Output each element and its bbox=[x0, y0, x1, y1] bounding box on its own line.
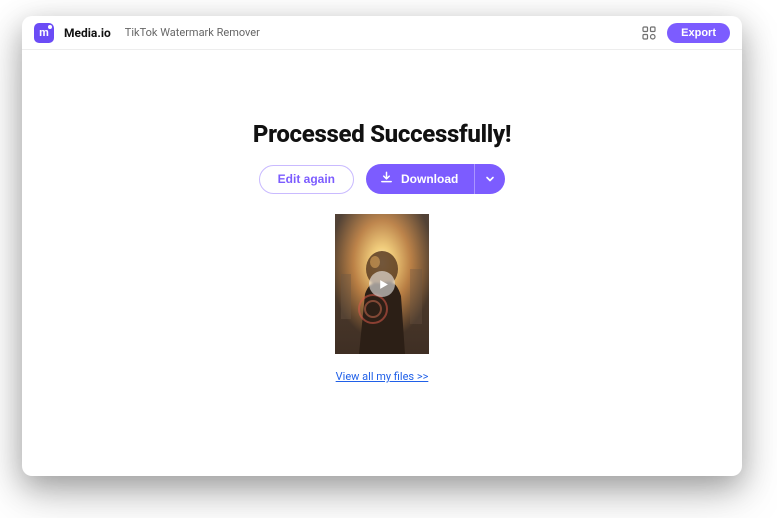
export-button[interactable]: Export bbox=[667, 23, 730, 43]
success-title: Processed Successfully! bbox=[253, 120, 511, 148]
view-all-files-link[interactable]: View all my files >> bbox=[336, 370, 429, 383]
edit-again-button[interactable]: Edit again bbox=[259, 165, 354, 194]
chevron-down-icon bbox=[485, 172, 495, 187]
download-button[interactable]: Download bbox=[366, 164, 474, 194]
video-thumbnail[interactable] bbox=[335, 214, 429, 354]
play-button-overlay[interactable] bbox=[369, 271, 395, 297]
app-window: m Media.io TikTok Watermark Remover Expo… bbox=[22, 16, 742, 476]
download-options-chevron[interactable] bbox=[474, 164, 505, 194]
action-button-row: Edit again Download bbox=[259, 164, 506, 194]
download-icon bbox=[380, 171, 393, 187]
main-content: Processed Successfully! Edit again Downl… bbox=[22, 50, 742, 476]
brand-logo[interactable]: m bbox=[34, 23, 54, 43]
header-bar: m Media.io TikTok Watermark Remover Expo… bbox=[22, 16, 742, 50]
apps-grid-icon[interactable] bbox=[641, 25, 657, 41]
download-button-group: Download bbox=[366, 164, 505, 194]
brand-name: Media.io bbox=[64, 26, 111, 40]
tool-name: TikTok Watermark Remover bbox=[125, 26, 260, 39]
play-icon bbox=[376, 275, 389, 294]
download-label: Download bbox=[401, 172, 458, 186]
